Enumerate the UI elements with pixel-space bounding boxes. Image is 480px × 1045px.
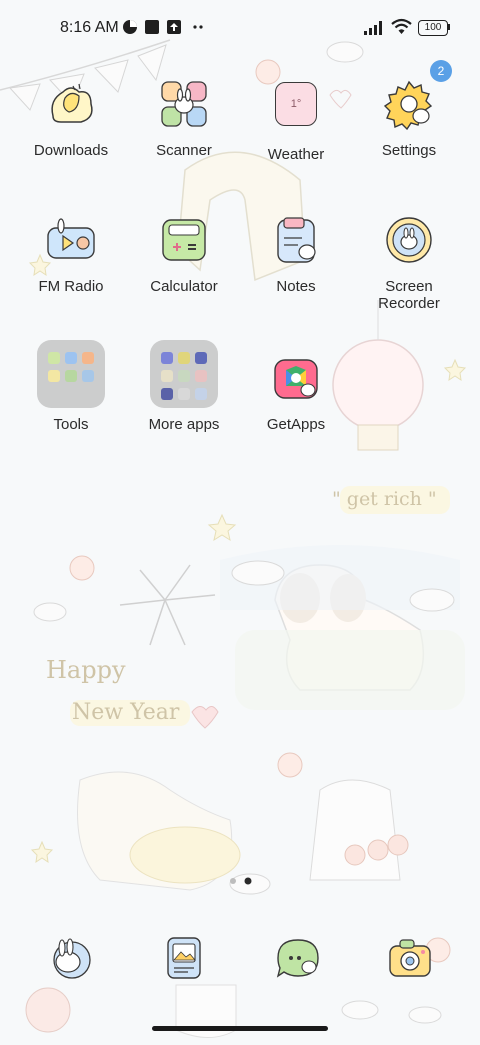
gesture-nav-bar[interactable] <box>152 1026 328 1031</box>
app-weather[interactable]: 1° Weather <box>240 78 352 163</box>
page-indicator[interactable] <box>228 876 256 886</box>
app-label: Tools <box>53 416 89 433</box>
folder-icon <box>150 340 218 408</box>
app-label: Notes <box>276 278 316 295</box>
app-label: GetApps <box>266 416 326 433</box>
status-time: 8:16 AM <box>60 19 119 36</box>
phone-bunny-icon <box>46 934 94 982</box>
battery-level: 100 <box>424 22 442 33</box>
messages-icon <box>274 934 322 982</box>
downloads-icon <box>45 78 97 130</box>
app-label: Weather <box>267 146 325 163</box>
app-label: Downloads <box>33 142 109 159</box>
data-saver-icon <box>123 20 137 34</box>
battery-icon: 100 <box>418 20 448 36</box>
app-fm-radio[interactable]: FM Radio <box>15 214 127 295</box>
getapps-icon <box>270 352 322 404</box>
get-rich-text: " get rich " <box>332 488 437 510</box>
app-label: Scanner <box>156 142 212 159</box>
app-label: Settings <box>381 142 437 159</box>
app-getapps[interactable]: GetApps <box>240 352 352 433</box>
dock-gallery[interactable] <box>134 934 234 982</box>
happy-text: Happy <box>46 656 126 684</box>
square-app-icon <box>145 20 159 34</box>
weather-icon: 1° <box>270 82 322 134</box>
app-label: More apps <box>148 416 220 433</box>
dock-camera[interactable] <box>360 934 460 982</box>
camera-icon <box>386 934 434 982</box>
wifi-icon <box>391 18 412 34</box>
more-dots-icon <box>193 25 203 29</box>
settings-icon <box>383 78 435 131</box>
gallery-icon <box>160 934 208 982</box>
weather-temp: 1° <box>275 82 317 126</box>
dock-phone[interactable] <box>20 934 120 982</box>
notes-icon <box>270 214 322 266</box>
app-notes[interactable]: Notes <box>240 214 352 295</box>
status-bar: 8:16 AM 100 <box>0 0 480 56</box>
settings-badge: 2 <box>430 60 452 82</box>
app-label: Calculator <box>150 278 218 295</box>
folder-icon <box>37 340 105 408</box>
screen-recorder-icon <box>383 214 435 266</box>
scanner-icon <box>158 78 210 130</box>
signal-icon <box>364 21 382 35</box>
app-screen-recorder[interactable]: Screen Recorder <box>353 214 465 312</box>
app-label: Screen Recorder <box>378 278 440 312</box>
app-calculator[interactable]: Calculator <box>128 214 240 295</box>
app-label: FM Radio <box>38 278 104 295</box>
app-downloads[interactable]: Downloads <box>15 78 127 159</box>
calculator-icon <box>158 214 210 266</box>
folder-more-apps[interactable]: More apps <box>128 340 240 433</box>
dock-messages[interactable] <box>248 934 348 982</box>
battery-tip <box>448 24 450 30</box>
upload-icon <box>167 20 181 34</box>
new-year-text: New Year <box>72 700 180 725</box>
app-settings[interactable]: Settings <box>353 78 465 159</box>
folder-tools[interactable]: Tools <box>15 340 127 433</box>
app-scanner[interactable]: Scanner <box>128 78 240 159</box>
radio-icon <box>45 214 97 266</box>
